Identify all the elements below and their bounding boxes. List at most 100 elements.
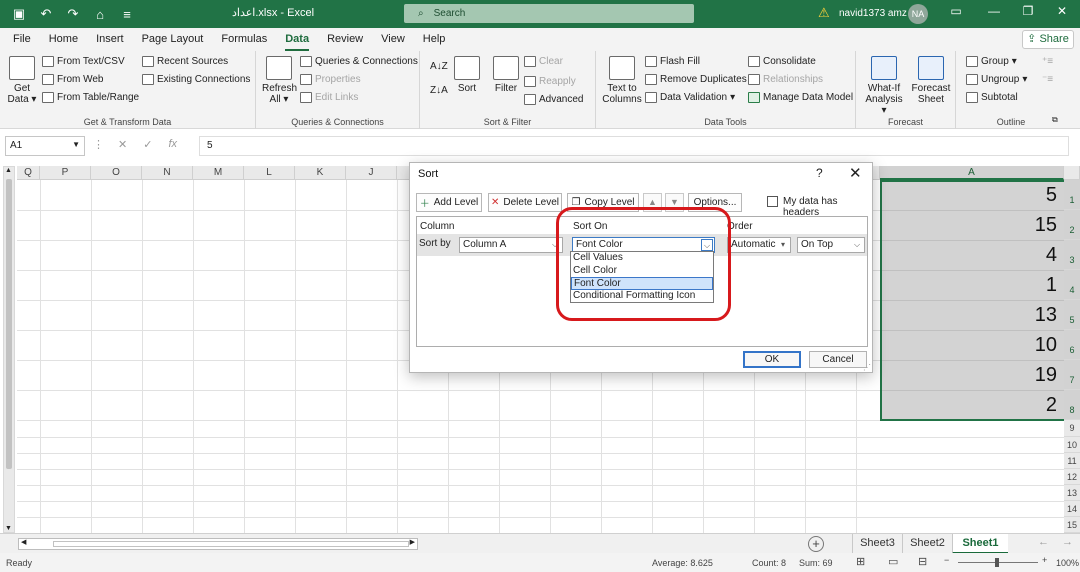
row-header-2[interactable]: 2 (1064, 210, 1080, 240)
row-header-3[interactable]: 3 (1064, 240, 1080, 270)
zoom-level[interactable]: 100% (1056, 558, 1079, 568)
formula-input[interactable]: 5 (199, 136, 1069, 156)
ungroup-button[interactable]: Ungroup ▾ (966, 74, 1027, 85)
column-header-p[interactable]: P (40, 166, 91, 180)
help-button[interactable]: ? (816, 166, 823, 180)
confirm-entry-icon[interactable]: ✓ (143, 138, 152, 151)
group-button[interactable]: Group ▾ (966, 56, 1017, 67)
sheet-tab-sheet3[interactable]: Sheet3 (852, 534, 902, 554)
tab-review[interactable]: Review (318, 28, 372, 51)
cell-a7[interactable]: 19 (880, 364, 1060, 387)
scroll-up-icon[interactable]: ▲ (5, 167, 12, 174)
tab-formulas[interactable]: Formulas (212, 28, 276, 51)
user-name[interactable]: navid1373 amz (839, 8, 907, 19)
row-header-7[interactable]: 7 (1064, 360, 1080, 390)
tab-page-layout[interactable]: Page Layout (133, 28, 213, 51)
sheet-tab-sheet2[interactable]: Sheet2 (902, 534, 952, 554)
cell-a4[interactable]: 1 (880, 274, 1060, 297)
row-header-14[interactable]: 14 (1064, 501, 1080, 517)
column-header-k[interactable]: K (295, 166, 346, 180)
warning-icon[interactable]: ⚠ (818, 5, 830, 21)
cell-a3[interactable]: 4 (880, 244, 1060, 267)
what-if-analysis-button[interactable]: What-If Analysis ▾ (862, 56, 906, 116)
position-select[interactable]: On Top ⌵ (797, 237, 865, 253)
cell-a5[interactable]: 13 (880, 304, 1060, 327)
horizontal-scrollbar[interactable]: ◀ ▶ (18, 538, 418, 550)
sort-descending-button[interactable]: Z↓A (430, 85, 448, 96)
data-validation-button[interactable]: Data Validation ▾ (645, 92, 735, 103)
properties-button[interactable]: Properties (300, 74, 361, 85)
zoom-in-icon[interactable]: + (1042, 555, 1047, 565)
get-data-button[interactable]: Get Data ▾ (6, 56, 38, 105)
scroll-left-icon[interactable]: ◀ (21, 538, 26, 546)
edit-links-button[interactable]: Edit Links (300, 92, 358, 103)
hide-detail-icon[interactable]: ⁻≡ (1042, 74, 1053, 85)
minimize-icon[interactable]: — (984, 4, 1004, 18)
delete-level-button[interactable]: ✕ Delete Level (488, 193, 562, 212)
forecast-sheet-button[interactable]: Forecast Sheet (910, 56, 952, 105)
row-header-5[interactable]: 5 (1064, 300, 1080, 330)
recent-sources-button[interactable]: Recent Sources (142, 56, 228, 67)
row-header-12[interactable]: 12 (1064, 469, 1080, 485)
row-header-15[interactable]: 15 (1064, 517, 1080, 533)
consolidate-button[interactable]: Consolidate (748, 56, 816, 67)
save-icon[interactable]: ▣ (10, 6, 28, 22)
zoom-slider-thumb[interactable] (995, 558, 999, 567)
vertical-scrollbar[interactable]: ▲ ▼ (3, 166, 15, 533)
insert-function-icon[interactable]: fx (168, 138, 177, 151)
scroll-thumb[interactable] (6, 179, 12, 469)
page-layout-view-icon[interactable]: ▭ (888, 555, 898, 568)
cell-a1[interactable]: 5 (880, 184, 1060, 207)
row-header-11[interactable]: 11 (1064, 453, 1080, 469)
name-box[interactable]: A1 ▼ (5, 136, 85, 156)
flash-fill-button[interactable]: Flash Fill (645, 56, 700, 67)
tab-scroll-left-icon[interactable]: ← (1038, 536, 1049, 548)
advanced-button[interactable]: Advanced (524, 94, 583, 105)
tab-help[interactable]: Help (414, 28, 455, 51)
headers-checkbox[interactable] (767, 196, 778, 207)
headers-checkbox-label[interactable]: My data has headers (783, 196, 872, 218)
subtotal-button[interactable]: Subtotal (966, 92, 1018, 103)
show-detail-icon[interactable]: ⁺≡ (1042, 56, 1053, 67)
column-header-m[interactable]: M (193, 166, 244, 180)
ribbon-display-icon[interactable]: ▭ (946, 4, 966, 18)
cancel-button[interactable]: Cancel (809, 351, 867, 368)
tab-scroll-right-icon[interactable]: → (1062, 536, 1073, 548)
undo-icon[interactable]: ↶ (37, 6, 55, 22)
column-header-q[interactable]: Q (17, 166, 40, 180)
text-to-columns-button[interactable]: Text to Columns (602, 56, 642, 105)
close-icon[interactable]: ✕ (1052, 4, 1072, 18)
reapply-button[interactable]: Reapply (524, 76, 576, 87)
existing-connections-button[interactable]: Existing Connections (142, 74, 250, 85)
remove-duplicates-button[interactable]: Remove Duplicates (645, 74, 747, 85)
clear-button[interactable]: Clear (524, 56, 563, 67)
row-header-13[interactable]: 13 (1064, 485, 1080, 501)
touch-mode-icon[interactable]: ⌂ (91, 7, 109, 22)
row-header-10[interactable]: 10 (1064, 437, 1080, 453)
sort-ascending-button[interactable]: A↓Z (430, 61, 448, 72)
normal-view-icon[interactable]: ⊞ (856, 555, 865, 568)
from-text-csv-button[interactable]: From Text/CSV (42, 56, 125, 67)
cell-a8[interactable]: 2 (880, 394, 1060, 417)
column-header-l[interactable]: L (244, 166, 295, 180)
from-web-button[interactable]: From Web (42, 74, 104, 85)
row-header-8[interactable]: 8 (1064, 390, 1080, 420)
ok-button[interactable]: OK (743, 351, 801, 368)
add-sheet-icon[interactable]: + (808, 536, 824, 552)
close-icon[interactable]: ✕ (849, 164, 862, 182)
filter-button[interactable]: Filter (492, 56, 520, 94)
scroll-thumb[interactable] (53, 541, 409, 547)
row-header-1[interactable]: 1 (1064, 180, 1080, 210)
column-header-j[interactable]: J (346, 166, 397, 180)
share-button[interactable]: ⇪ Share (1022, 30, 1074, 49)
column-header-o[interactable]: O (91, 166, 142, 180)
from-table-range-button[interactable]: From Table/Range (42, 92, 139, 103)
customize-qat-icon[interactable]: ≡ (118, 7, 136, 22)
refresh-all-button[interactable]: Refresh All ▾ (262, 56, 297, 105)
tab-insert[interactable]: Insert (87, 28, 133, 51)
select-all-corner[interactable] (1064, 166, 1080, 180)
cell-a6[interactable]: 10 (880, 334, 1060, 357)
cancel-entry-icon[interactable]: ✕ (118, 138, 127, 151)
column-select[interactable]: Column A ⌵ (459, 237, 563, 253)
restore-icon[interactable]: ❐ (1018, 4, 1038, 18)
